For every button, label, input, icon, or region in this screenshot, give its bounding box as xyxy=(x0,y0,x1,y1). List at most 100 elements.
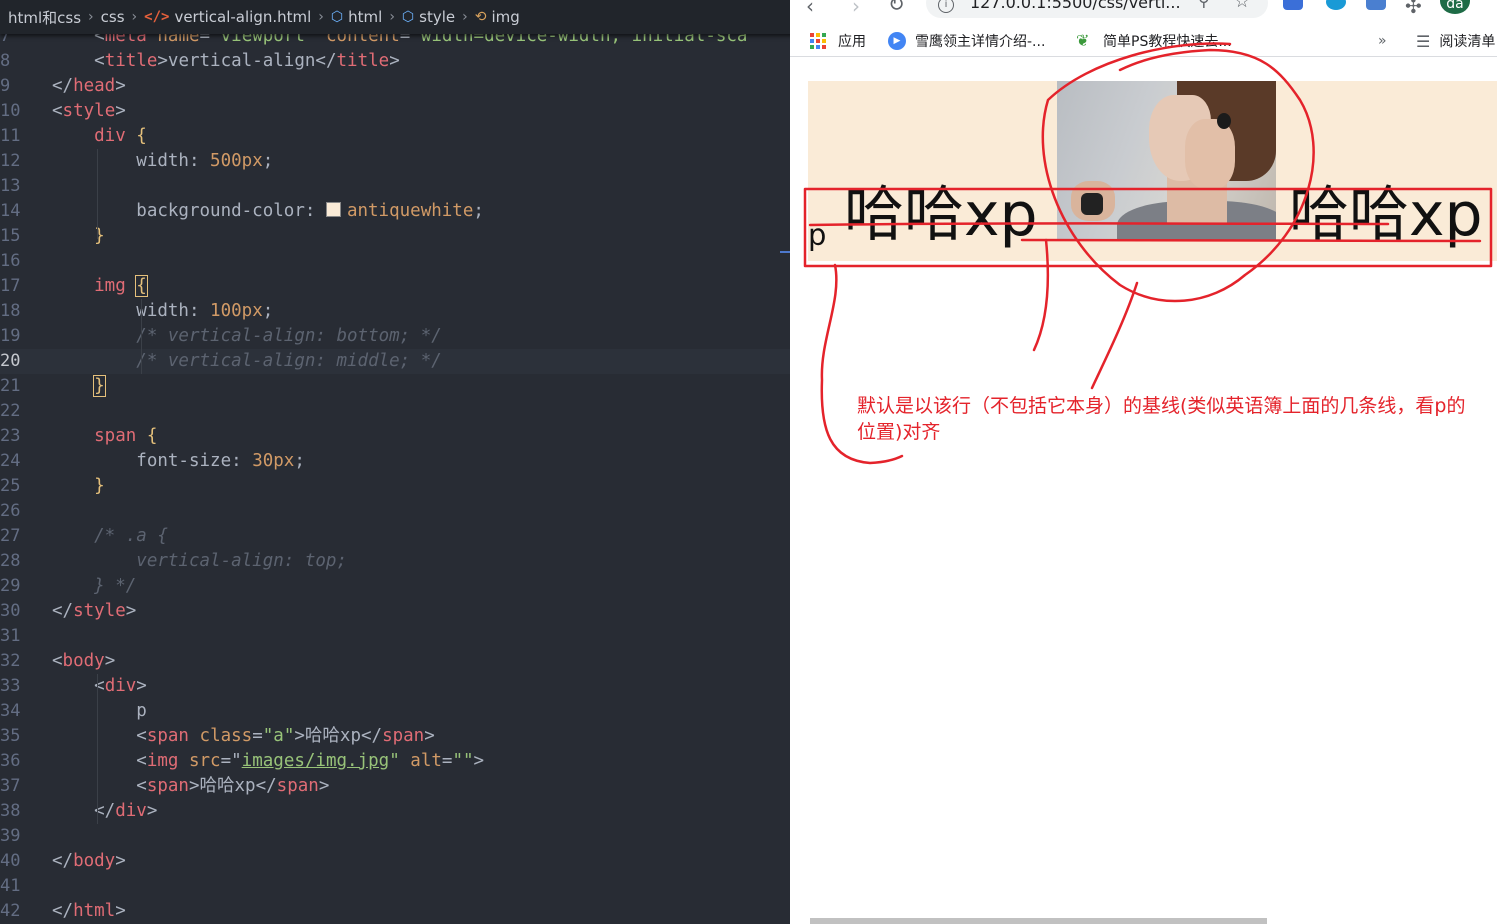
line-number: 33 xyxy=(0,676,21,696)
code-line[interactable]: 20 /* vertical-align: middle; */ xyxy=(0,349,790,374)
code-token: </ xyxy=(52,76,74,96)
code-line[interactable]: 16 xyxy=(0,249,790,274)
code-text: <div> xyxy=(52,674,147,699)
back-icon[interactable]: ‹ xyxy=(806,0,814,18)
code-line[interactable]: 40 </body> xyxy=(0,849,790,874)
more-bookmarks-button[interactable]: » xyxy=(1378,30,1387,52)
code-line[interactable]: 31 xyxy=(0,624,790,649)
bookmark-star-icon[interactable]: ☆ xyxy=(1234,0,1250,12)
code-editor[interactable]: 7 <meta name="viewport" content="width=d… xyxy=(0,0,790,924)
line-number: 23 xyxy=(0,426,21,446)
code-line[interactable]: 29 } */ xyxy=(0,574,790,599)
url-text[interactable]: 127.0.0.1:5500/css/verti... xyxy=(970,0,1181,12)
code-line[interactable]: 15 } xyxy=(0,224,790,249)
code-line[interactable]: 28 vertical-align: top; xyxy=(0,549,790,574)
breadcrumb-label: style xyxy=(419,8,456,26)
code-line[interactable]: 26 xyxy=(0,499,790,524)
code-line[interactable]: 42 </html> xyxy=(0,899,790,924)
bookmark-label: 雪鹰领主详情介绍-... xyxy=(915,34,1046,50)
forward-icon[interactable]: › xyxy=(852,0,860,18)
code-line[interactable]: 38 </div> xyxy=(0,799,790,824)
code-line[interactable]: 8 <title>vertical-align</title> xyxy=(0,49,790,74)
extension-icon[interactable] xyxy=(1366,0,1386,10)
code-line[interactable]: 12 width: 500px; xyxy=(0,149,790,174)
code-line[interactable]: 37 <span>哈哈xp</span> xyxy=(0,774,790,799)
bookmark-item[interactable]: ❦ 简单PS教程快速去... xyxy=(1076,30,1232,52)
extension-icon[interactable] xyxy=(1283,0,1303,10)
play-icon: ▶ xyxy=(888,32,906,50)
code-token: < xyxy=(52,726,147,746)
code-text: font-size: 30px; xyxy=(52,449,305,474)
symbol-icon: ⟲ xyxy=(474,9,487,25)
code-line[interactable]: 27 /* .a { xyxy=(0,524,790,549)
code-line[interactable]: 30 </style> xyxy=(0,599,790,624)
breadcrumb-item[interactable]: html和css xyxy=(8,7,81,28)
code-line[interactable]: 36 <img src="images/img.jpg" alt=""> xyxy=(0,749,790,774)
address-bar[interactable]: i 127.0.0.1:5500/css/verti... ⚲ ☆ xyxy=(926,0,1268,18)
code-token: >哈哈xp</ xyxy=(188,776,277,796)
code-token: " xyxy=(389,751,400,771)
breadcrumb-item[interactable]: ⬡ style xyxy=(402,8,455,26)
split-marker xyxy=(780,251,790,253)
breadcrumb-item[interactable]: </> vertical-align.html xyxy=(144,8,311,26)
code-line[interactable]: 34 p xyxy=(0,699,790,724)
bookmark-item[interactable]: ▶ 雪鹰领主详情介绍-... xyxy=(888,30,1045,52)
code-area[interactable]: 7 <meta name="viewport" content="width=d… xyxy=(0,24,790,924)
code-line[interactable]: 9 </head> xyxy=(0,74,790,99)
code-line[interactable]: 39 xyxy=(0,824,790,849)
code-line[interactable]: 18 width: 100px; xyxy=(0,299,790,324)
code-line[interactable]: 35 <span class="a">哈哈xp</span> xyxy=(0,724,790,749)
code-line[interactable]: 22 xyxy=(0,399,790,424)
code-line[interactable]: 11 div { xyxy=(0,124,790,149)
code-text: } */ xyxy=(52,574,136,599)
code-token: width: xyxy=(52,301,211,321)
code-token: vertical-align: top; xyxy=(52,551,348,571)
code-line[interactable]: 32 <body> xyxy=(0,649,790,674)
code-line[interactable]: 21 } xyxy=(0,374,790,399)
avatar[interactable]: da xyxy=(1440,0,1470,14)
horizontal-scrollbar[interactable] xyxy=(810,918,1267,924)
code-line[interactable]: 41 xyxy=(0,874,790,899)
line-number: 14 xyxy=(0,201,21,221)
code-token: { xyxy=(135,275,148,297)
code-line[interactable]: 13 xyxy=(0,174,790,199)
code-token: div xyxy=(115,801,147,821)
puzzle-icon[interactable]: ✣ xyxy=(1405,0,1422,18)
code-token: < xyxy=(52,776,147,796)
code-token: img xyxy=(146,751,179,771)
code-token: > xyxy=(115,76,126,96)
code-line[interactable]: 19 /* vertical-align: bottom; */ xyxy=(0,324,790,349)
code-line[interactable]: 10 <style> xyxy=(0,99,790,124)
reload-icon[interactable]: ↻ xyxy=(888,0,905,16)
color-swatch-icon[interactable] xyxy=(325,201,341,217)
code-token: 30px xyxy=(252,451,295,471)
line-number: 8 xyxy=(0,51,11,71)
indent-guide xyxy=(141,299,142,374)
code-line[interactable]: 25 } xyxy=(0,474,790,499)
code-token: = xyxy=(441,751,453,771)
code-line[interactable]: 23 span { xyxy=(0,424,790,449)
code-text: } xyxy=(52,374,106,399)
chevron-right-icon: › xyxy=(88,9,94,25)
code-token: < xyxy=(52,51,105,71)
code-line[interactable]: 17 img { xyxy=(0,274,790,299)
extension-icon[interactable] xyxy=(1326,0,1346,10)
code-token: img xyxy=(52,276,137,296)
code-token: background-color: xyxy=(52,201,326,221)
code-token: </ xyxy=(52,901,74,921)
code-line[interactable]: 14 background-color: antiquewhite; xyxy=(0,199,790,224)
breadcrumb-item[interactable]: ⟲ img xyxy=(475,8,520,26)
reading-list-button[interactable]: ☰ 阅读清单 xyxy=(1416,30,1495,52)
code-token: > xyxy=(136,676,147,696)
line-number: 39 xyxy=(0,826,21,846)
zoom-icon[interactable]: ⚲ xyxy=(1198,0,1210,10)
bookmark-apps[interactable]: 应用 xyxy=(810,30,866,52)
code-line[interactable]: 33 <div> xyxy=(0,674,790,699)
breadcrumb-item[interactable]: ⬡ html xyxy=(331,8,382,26)
bookmarks-bar: 应用 ▶ 雪鹰领主详情介绍-... ❦ 简单PS教程快速去... » ☰ 阅读清… xyxy=(790,26,1497,57)
code-line[interactable]: 24 font-size: 30px; xyxy=(0,449,790,474)
bookmark-label: 简单PS教程快速去... xyxy=(1103,34,1232,50)
breadcrumb-item[interactable]: css xyxy=(101,8,125,26)
site-info-icon[interactable]: i xyxy=(938,0,954,13)
code-token: > xyxy=(389,51,400,71)
